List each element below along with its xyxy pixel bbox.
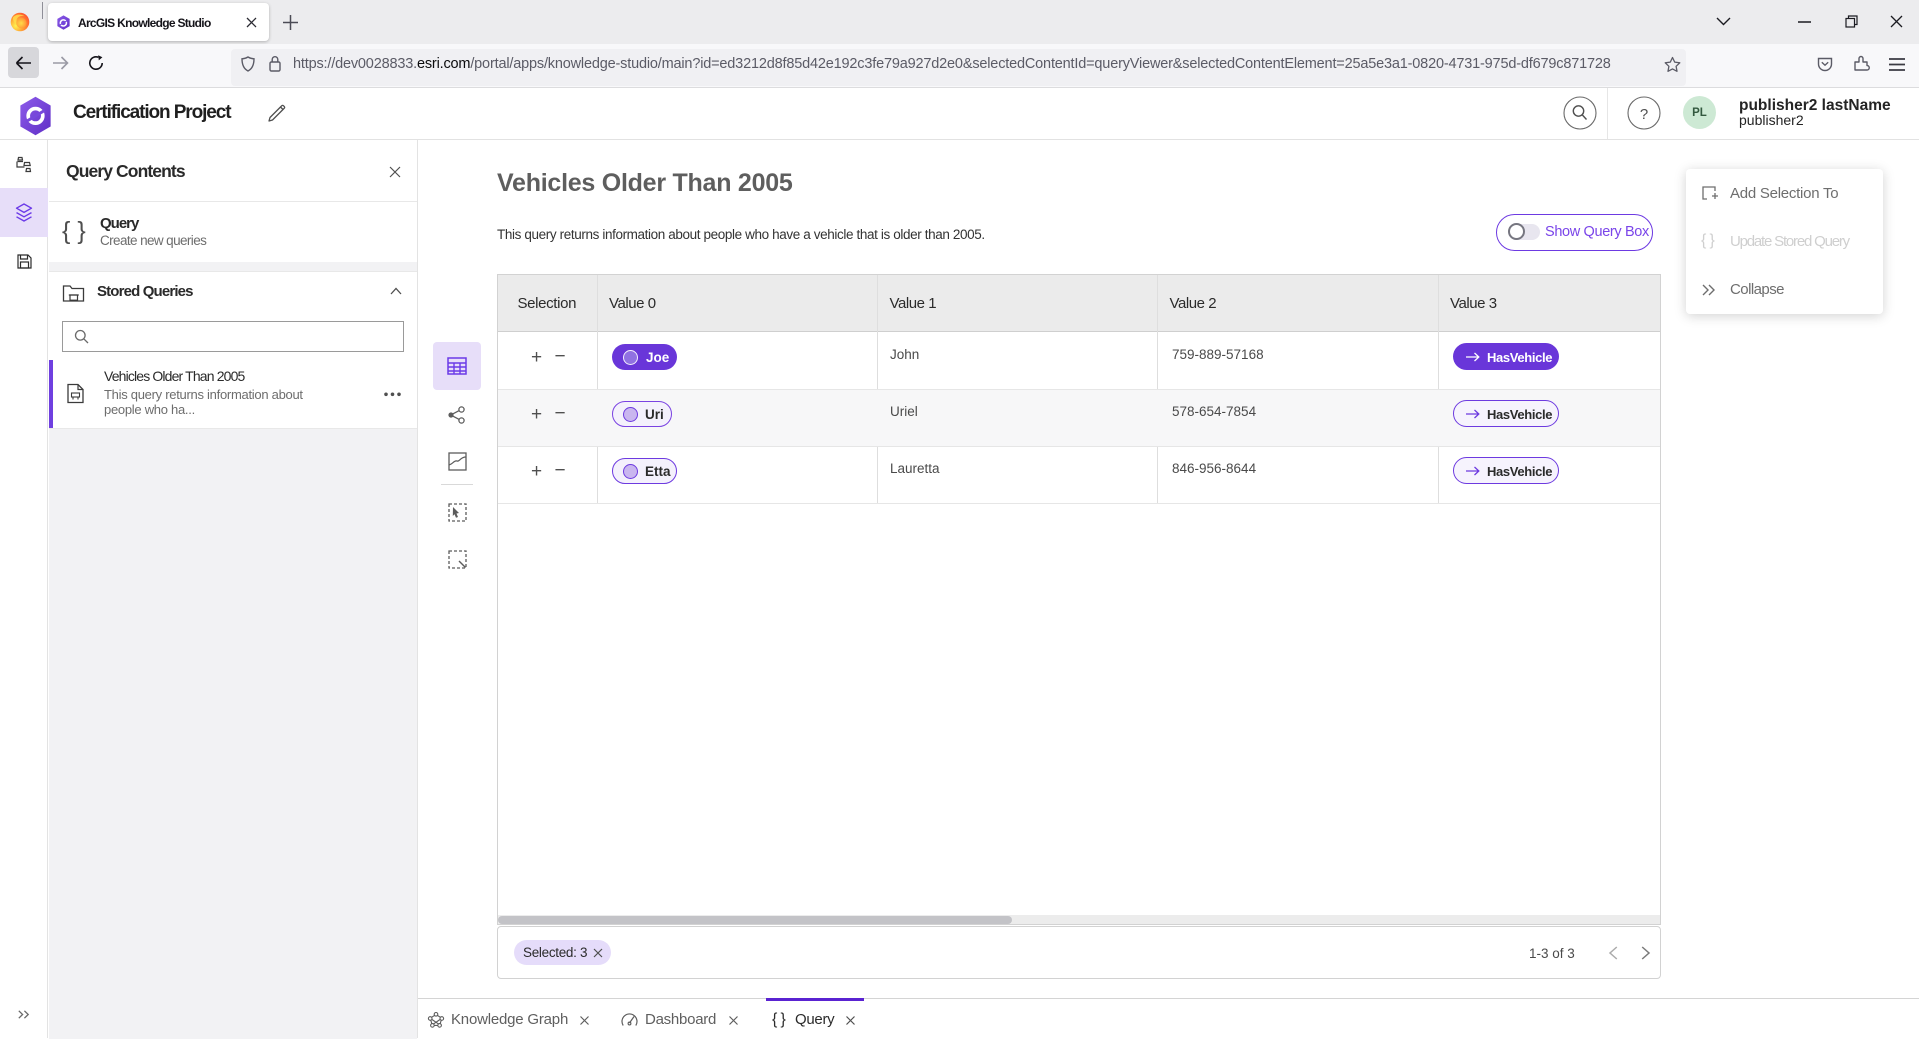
svg-text:?: ?: [1640, 106, 1648, 123]
